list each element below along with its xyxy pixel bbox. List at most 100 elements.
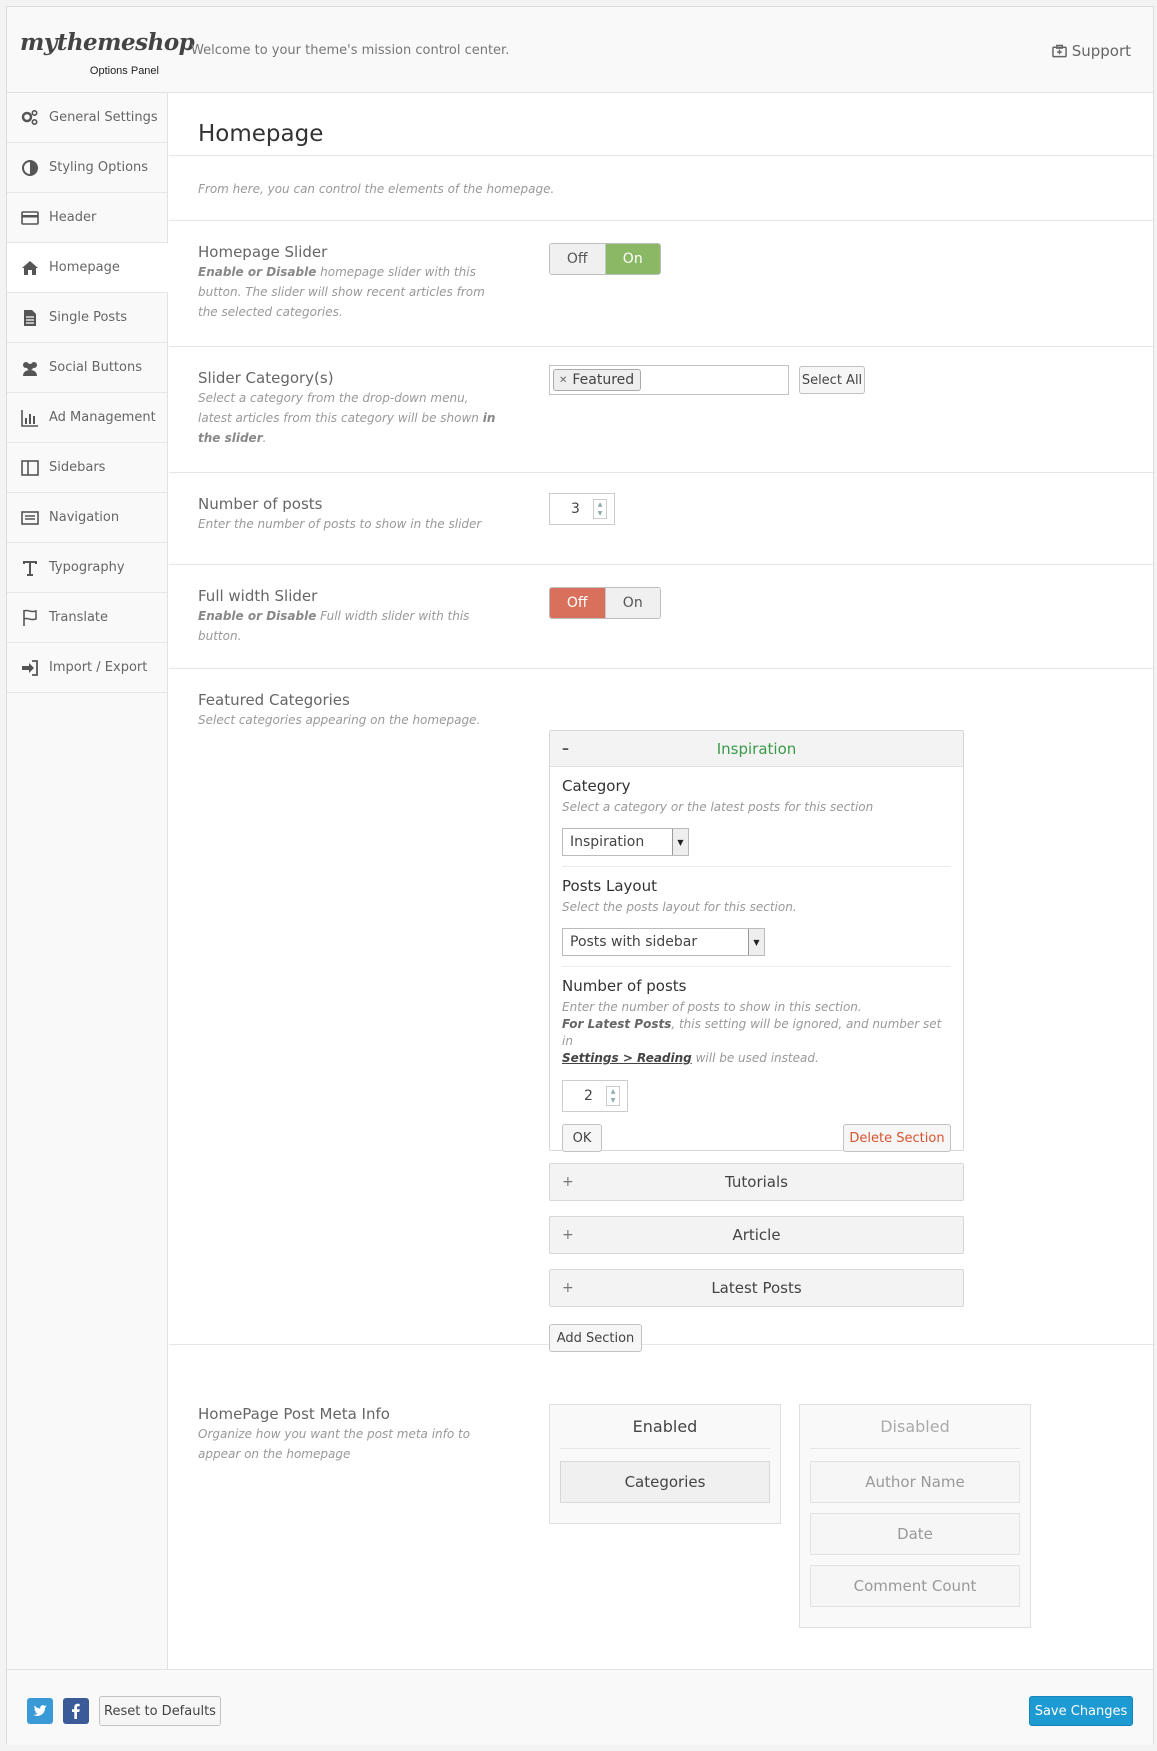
toggle-on-button[interactable]: On <box>605 588 660 618</box>
full-width-slider-label: Full width Slider Enable or Disable Full… <box>198 587 498 646</box>
save-changes-button[interactable]: Save Changes <box>1029 1696 1133 1726</box>
list-title: Enabled <box>560 1405 770 1449</box>
field-description: Select a category or the latest posts fo… <box>562 800 874 814</box>
homepage-slider-toggle[interactable]: Off On <box>549 243 661 275</box>
stepper-arrows[interactable]: ▲ ▼ <box>593 499 607 519</box>
settings-reading-link[interactable]: Settings > Reading <box>562 1051 692 1065</box>
field-title: Posts Layout <box>562 877 657 895</box>
delete-section-button[interactable]: Delete Section <box>843 1124 951 1152</box>
remove-tag-icon[interactable]: ✕ <box>559 375 567 386</box>
full-width-slider-row: Full width Slider Enable or Disable Full… <box>169 565 1155 669</box>
meta-item-comment-count[interactable]: Comment Count <box>810 1565 1020 1607</box>
section-title: Latest Posts <box>711 1279 802 1297</box>
main-content: Homepage From here, you can control the … <box>169 93 1155 1669</box>
sidebar-item-typography[interactable]: Typography <box>7 543 167 593</box>
slider-categories-label: Slider Category(s) Select a category fro… <box>198 369 498 448</box>
number-of-posts-stepper[interactable]: 3 ▲ ▼ <box>549 493 615 525</box>
toggle-on-button[interactable]: On <box>605 244 660 274</box>
section-title: Article <box>732 1226 781 1244</box>
support-label: Support <box>1071 42 1131 60</box>
sidebar-item-single-posts[interactable]: Single Posts <box>7 293 167 343</box>
section-panel-latest-posts[interactable]: + Latest Posts <box>549 1269 964 1307</box>
full-width-slider-toggle[interactable]: Off On <box>549 587 661 619</box>
sidebar-item-navigation[interactable]: Navigation <box>7 493 167 543</box>
posts-layout-select[interactable]: Posts with sidebar ▼ <box>562 928 765 956</box>
sidebar-item-translate[interactable]: Translate <box>7 593 167 643</box>
category-multiselect[interactable]: ✕ Featured <box>549 365 789 395</box>
sidebar-item-ad-management[interactable]: Ad Management <box>7 393 167 443</box>
arrow-up-icon[interactable]: ▲ <box>594 500 606 509</box>
document-icon <box>20 309 40 327</box>
sidebar-item-styling-options[interactable]: Styling Options <box>7 143 167 193</box>
arrow-down-icon[interactable]: ▼ <box>594 509 606 518</box>
toggle-off-button[interactable]: Off <box>550 244 606 274</box>
homepage-slider-row: Homepage Slider Enable or Disable homepa… <box>169 221 1155 347</box>
arrow-up-icon[interactable]: ▲ <box>607 1087 619 1096</box>
ok-button[interactable]: OK <box>562 1124 602 1152</box>
reset-to-defaults-button[interactable]: Reset to Defaults <box>99 1696 221 1726</box>
contrast-icon <box>20 159 40 177</box>
section-panel-tutorials[interactable]: + Tutorials <box>549 1163 964 1201</box>
expand-icon[interactable]: + <box>562 1280 574 1296</box>
homepage-slider-label: Homepage Slider Enable or Disable homepa… <box>198 243 498 322</box>
welcome-text: Welcome to your theme's mission control … <box>191 43 510 58</box>
number-of-posts-row: Number of posts Enter the number of post… <box>169 473 1155 565</box>
sidebar-item-label: Import / Export <box>49 660 148 675</box>
sidebar-item-header[interactable]: Header <box>7 193 167 243</box>
chevron-down-icon: ▼ <box>748 929 764 955</box>
sidebar-item-import-export[interactable]: Import / Export <box>7 643 167 693</box>
expand-icon[interactable]: + <box>562 1227 574 1243</box>
stepper-arrows[interactable]: ▲ ▼ <box>606 1086 620 1106</box>
posts-layout-field: Posts Layout Select the posts layout for… <box>562 867 951 967</box>
category-field: Category Select a category or the latest… <box>562 767 951 867</box>
toggle-off-button[interactable]: Off <box>550 588 606 618</box>
option-title: Featured Categories <box>198 691 350 709</box>
arrow-down-icon[interactable]: ▼ <box>607 1096 619 1105</box>
sidebar-item-label: Header <box>49 210 97 225</box>
meta-item-author-name[interactable]: Author Name <box>810 1461 1020 1503</box>
medkit-icon <box>1051 44 1067 58</box>
options-panel: mythemeshop Options Panel Welcome to you… <box>6 6 1155 1745</box>
sidebar-item-sidebars[interactable]: Sidebars <box>7 443 167 493</box>
logo-subtitle: Options Panel <box>89 65 159 77</box>
facebook-icon <box>72 1703 80 1719</box>
field-description: Select the posts layout for this section… <box>562 900 797 914</box>
category-select[interactable]: Inspiration ▼ <box>562 828 689 856</box>
section-number-of-posts-field: Number of posts Enter the number of post… <box>562 967 951 1162</box>
text-icon <box>20 559 40 577</box>
section-header[interactable]: – Inspiration <box>550 731 963 767</box>
section-title: Inspiration <box>716 739 797 758</box>
section-panel-article[interactable]: + Article <box>549 1216 964 1254</box>
columns-icon <box>20 459 40 477</box>
bar-chart-icon <box>20 409 40 427</box>
select-all-button[interactable]: Select All <box>799 366 865 394</box>
sign-in-icon <box>20 659 40 677</box>
gears-icon <box>20 109 40 127</box>
meta-item-date[interactable]: Date <box>810 1513 1020 1555</box>
option-title: Homepage Slider <box>198 243 328 261</box>
support-link[interactable]: Support <box>1051 42 1131 60</box>
option-description: Enter the number of posts to show in the… <box>198 517 482 531</box>
option-title: Full width Slider <box>198 587 318 605</box>
meta-item-categories[interactable]: Categories <box>560 1461 770 1503</box>
section-posts-stepper[interactable]: 2 ▲ ▼ <box>562 1080 628 1112</box>
option-description: Select categories appearing on the homep… <box>198 713 481 727</box>
sidebar-item-general-settings[interactable]: General Settings <box>7 93 167 143</box>
add-section-button[interactable]: Add Section <box>549 1324 642 1352</box>
expand-icon[interactable]: + <box>562 1174 574 1190</box>
option-description: Enable or Disable homepage slider with t… <box>198 265 485 319</box>
number-of-posts-label: Number of posts Enter the number of post… <box>198 495 498 534</box>
collapse-icon[interactable]: – <box>562 741 569 757</box>
sidebar-item-label: Navigation <box>49 510 120 525</box>
sidebar-item-label: General Settings <box>49 110 158 125</box>
stepper-value: 2 <box>584 1088 593 1104</box>
sidebar: General Settings Styling Options Header … <box>7 93 168 1669</box>
sidebar-item-social-buttons[interactable]: Social Buttons <box>7 343 167 393</box>
sidebar-item-label: Homepage <box>49 260 120 275</box>
facebook-button[interactable] <box>63 1698 89 1724</box>
chevron-down-icon: ▼ <box>672 829 688 855</box>
sidebar-item-homepage[interactable]: Homepage <box>7 243 168 293</box>
field-description: Enter the number of posts to show in thi… <box>562 1000 942 1065</box>
header-card-icon <box>20 209 40 227</box>
twitter-button[interactable] <box>27 1698 53 1724</box>
